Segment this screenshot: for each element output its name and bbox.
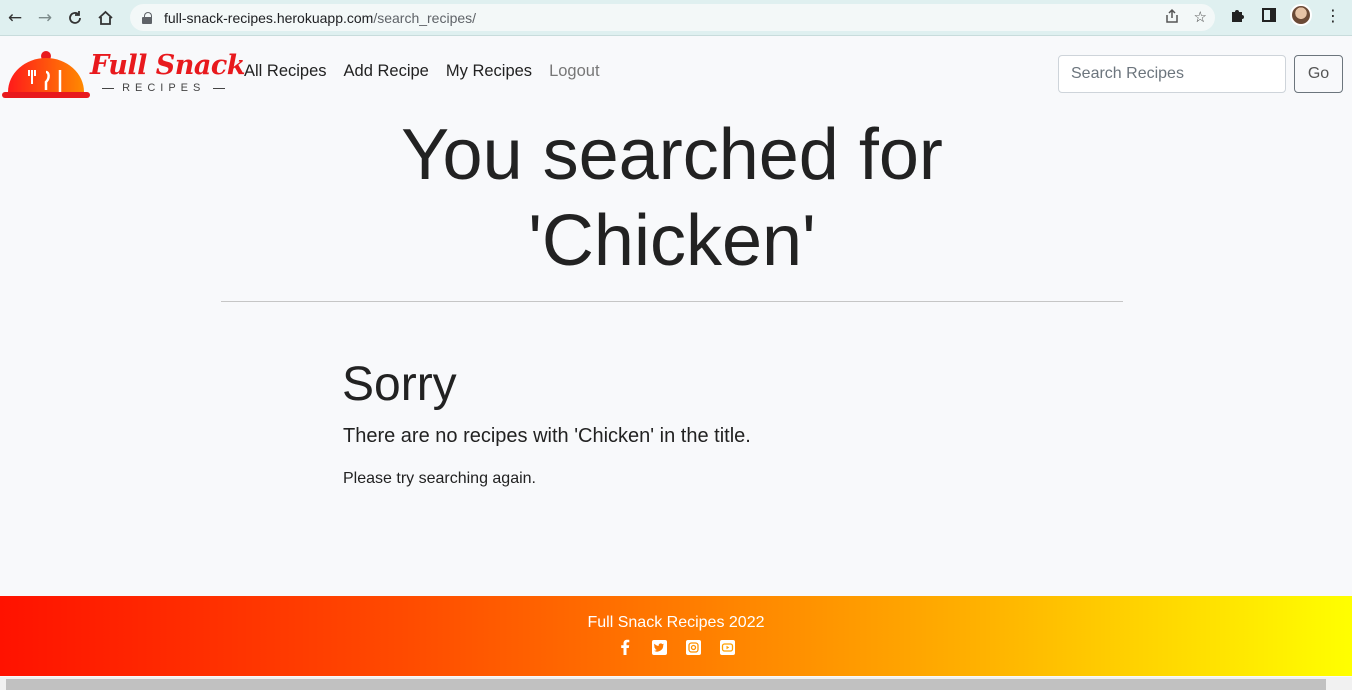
logo-subtitle: RECIPES (102, 82, 225, 94)
nav-links: All Recipes Add Recipe My Recipes Logout (244, 62, 617, 81)
page-title-line2: 'Chicken' (528, 201, 816, 281)
site-footer: Full Snack Recipes 2022 (0, 596, 1352, 676)
twitter-icon[interactable] (651, 639, 667, 655)
home-icon[interactable] (90, 3, 120, 33)
site-logo[interactable]: Full Snack RECIPES (2, 48, 246, 100)
sorry-heading: Sorry (342, 358, 457, 411)
search-input[interactable] (1058, 55, 1286, 93)
go-button[interactable]: Go (1294, 55, 1343, 93)
url-path: /search_recipes/ (373, 9, 477, 26)
no-results-message: There are no recipes with 'Chicken' in t… (343, 425, 751, 447)
nav-link-all-recipes[interactable]: All Recipes (244, 62, 327, 81)
logo-subtitle-text: RECIPES (122, 82, 206, 94)
site-navbar: Full Snack RECIPES All Recipes Add Recip… (0, 36, 1352, 112)
horizontal-scrollbar[interactable] (0, 677, 1352, 690)
cloche-logo-icon (2, 51, 90, 98)
back-icon[interactable]: ← (0, 3, 30, 33)
reload-icon[interactable] (60, 3, 90, 33)
address-bar[interactable]: full-snack-recipes.herokuapp.com/search_… (130, 4, 1215, 31)
footer-copyright: Full Snack Recipes 2022 (587, 614, 765, 631)
menu-kebab-icon[interactable]: ⋮ (1322, 4, 1344, 26)
instagram-icon[interactable] (685, 639, 701, 655)
page-title: You searched for 'Chicken' (220, 112, 1124, 284)
url-host: full-snack-recipes.herokuapp.com (164, 9, 374, 26)
extensions-puzzle-icon[interactable] (1226, 4, 1248, 26)
side-panel-icon[interactable] (1258, 4, 1280, 26)
browser-toolbar: ← → full-snack-recipes.herokuapp.com/sea… (0, 0, 1352, 36)
nav-link-add-recipe[interactable]: Add Recipe (344, 62, 429, 81)
nav-link-my-recipes[interactable]: My Recipes (446, 62, 532, 81)
forward-icon[interactable]: → (30, 3, 60, 33)
social-links (0, 639, 1352, 655)
logo-title: Full Snack (90, 50, 246, 81)
page-title-line1: You searched for (401, 115, 943, 195)
share-icon[interactable] (1164, 8, 1180, 28)
try-again-message: Please try searching again. (343, 470, 536, 487)
profile-avatar[interactable] (1290, 4, 1312, 26)
divider (221, 301, 1123, 302)
scrollbar-thumb[interactable] (6, 679, 1326, 690)
lock-icon (142, 11, 152, 24)
bookmark-star-icon[interactable]: ☆ (1194, 8, 1207, 28)
nav-link-logout[interactable]: Logout (549, 62, 599, 81)
youtube-icon[interactable] (719, 639, 735, 655)
facebook-icon[interactable] (617, 639, 633, 655)
